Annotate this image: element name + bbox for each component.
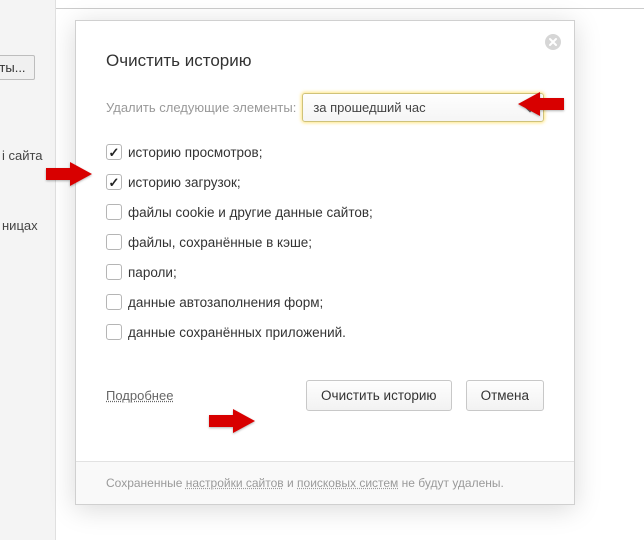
cancel-button[interactable]: Отмена xyxy=(466,380,544,411)
checkbox-list: историю просмотров; историю загрузок; файл… xyxy=(106,144,544,340)
dialog-actions: Подробнее Очистить историю Отмена xyxy=(106,380,544,411)
checkbox-label: данные автозаполнения форм; xyxy=(128,295,323,310)
search-systems-link[interactable]: поисковых систем xyxy=(297,476,398,490)
bg-text: і сайта xyxy=(2,148,43,163)
background-sidebar: фты... і сайта ницах xyxy=(0,0,56,540)
bg-partial-button[interactable]: фты... xyxy=(0,55,35,80)
check-item: историю загрузок; xyxy=(106,174,544,190)
bg-text: ницах xyxy=(2,218,38,233)
checkbox[interactable] xyxy=(106,234,122,250)
dialog-title: Очистить историю xyxy=(106,51,544,71)
checkbox[interactable] xyxy=(106,204,122,220)
checkbox[interactable] xyxy=(106,294,122,310)
checkbox-label: пароли; xyxy=(128,265,177,280)
clear-history-button[interactable]: Очистить историю xyxy=(306,380,452,411)
checkbox-label: файлы cookie и другие данные сайтов; xyxy=(128,205,373,220)
check-item: данные автозаполнения форм; xyxy=(106,294,544,310)
checkbox[interactable] xyxy=(106,324,122,340)
close-icon[interactable] xyxy=(544,33,562,51)
checkbox[interactable] xyxy=(106,174,122,190)
footer-text: и xyxy=(284,476,297,490)
chevron-down-icon xyxy=(525,100,535,115)
footer-text: Сохраненные xyxy=(106,476,186,490)
more-link[interactable]: Подробнее xyxy=(106,388,173,403)
check-item: данные сохранённых приложений. xyxy=(106,324,544,340)
checkbox-label: историю загрузок; xyxy=(128,175,241,190)
check-item: историю просмотров; xyxy=(106,144,544,160)
clear-history-dialog: Очистить историю Удалить следующие элеме… xyxy=(75,20,575,505)
footer-text: не будут удалены. xyxy=(398,476,504,490)
checkbox-label: данные сохранённых приложений. xyxy=(128,325,346,340)
checkbox[interactable] xyxy=(106,264,122,280)
footer-note: Сохраненные настройки сайтов и поисковых… xyxy=(76,461,574,504)
time-range-value: за прошедший час xyxy=(313,100,425,115)
checkbox[interactable] xyxy=(106,144,122,160)
delete-range-label: Удалить следующие элементы: xyxy=(106,100,296,115)
checkbox-label: историю просмотров; xyxy=(128,145,262,160)
time-range-select[interactable]: за прошедший час xyxy=(302,93,544,122)
site-settings-link[interactable]: настройки сайтов xyxy=(186,476,284,490)
check-item: пароли; xyxy=(106,264,544,280)
divider xyxy=(0,8,644,9)
check-item: файлы, сохранённые в кэше; xyxy=(106,234,544,250)
check-item: файлы cookie и другие данные сайтов; xyxy=(106,204,544,220)
delete-range-row: Удалить следующие элементы: за прошедший… xyxy=(106,93,544,122)
checkbox-label: файлы, сохранённые в кэше; xyxy=(128,235,312,250)
